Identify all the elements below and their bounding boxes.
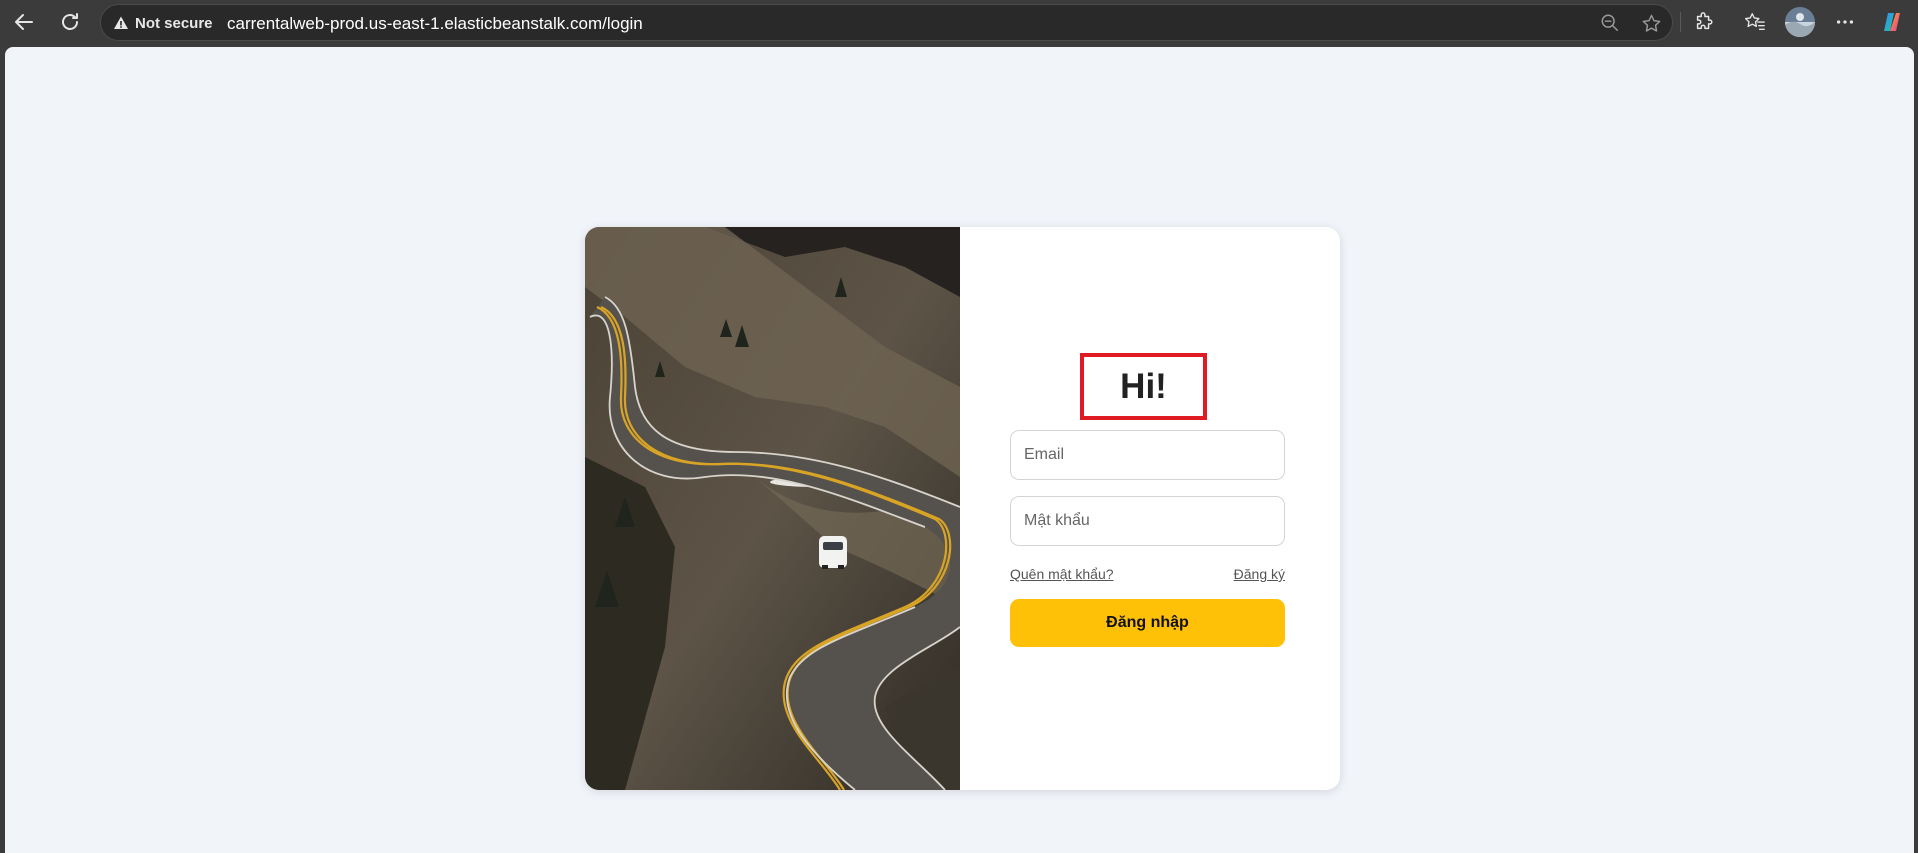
reload-icon bbox=[62, 13, 78, 30]
favorites-icon[interactable] bbox=[1743, 10, 1767, 34]
url-text[interactable]: carrentalweb-prod.us-east-1.elasticbeans… bbox=[227, 14, 643, 33]
hero-road-image bbox=[585, 227, 960, 790]
greeting-highlight-box: Hi! bbox=[1080, 353, 1207, 420]
security-status-label[interactable]: Not secure bbox=[135, 15, 213, 32]
register-link[interactable]: Đăng ký bbox=[1234, 566, 1285, 582]
toolbar-divider bbox=[1680, 12, 1681, 32]
star-icon[interactable] bbox=[1640, 12, 1662, 34]
back-button[interactable] bbox=[8, 6, 40, 38]
greeting-heading: Hi! bbox=[1120, 366, 1167, 406]
profile-avatar[interactable] bbox=[1785, 7, 1815, 37]
more-icon[interactable] bbox=[1833, 10, 1857, 34]
email-field[interactable] bbox=[1010, 430, 1285, 480]
back-arrow-icon bbox=[15, 14, 33, 30]
reload-button[interactable] bbox=[54, 6, 86, 38]
address-bar[interactable]: Not secure carrentalweb-prod.us-east-1.e… bbox=[100, 4, 1673, 41]
login-form: Hi! Quên mật khẩu? Đăng ký Đăng nhập bbox=[960, 227, 1340, 790]
forgot-password-link[interactable]: Quên mật khẩu? bbox=[1010, 566, 1114, 582]
login-card: Hi! Quên mật khẩu? Đăng ký Đăng nhập bbox=[585, 227, 1340, 790]
copilot-icon[interactable] bbox=[1880, 10, 1904, 34]
extensions-icon[interactable] bbox=[1692, 10, 1716, 34]
page-viewport: Hi! Quên mật khẩu? Đăng ký Đăng nhập bbox=[5, 47, 1914, 853]
warning-icon[interactable] bbox=[113, 15, 129, 31]
password-field[interactable] bbox=[1010, 496, 1285, 546]
zoom-out-icon[interactable] bbox=[1599, 12, 1621, 34]
login-button[interactable]: Đăng nhập bbox=[1010, 599, 1285, 647]
browser-toolbar: Not secure carrentalweb-prod.us-east-1.e… bbox=[0, 0, 1918, 44]
